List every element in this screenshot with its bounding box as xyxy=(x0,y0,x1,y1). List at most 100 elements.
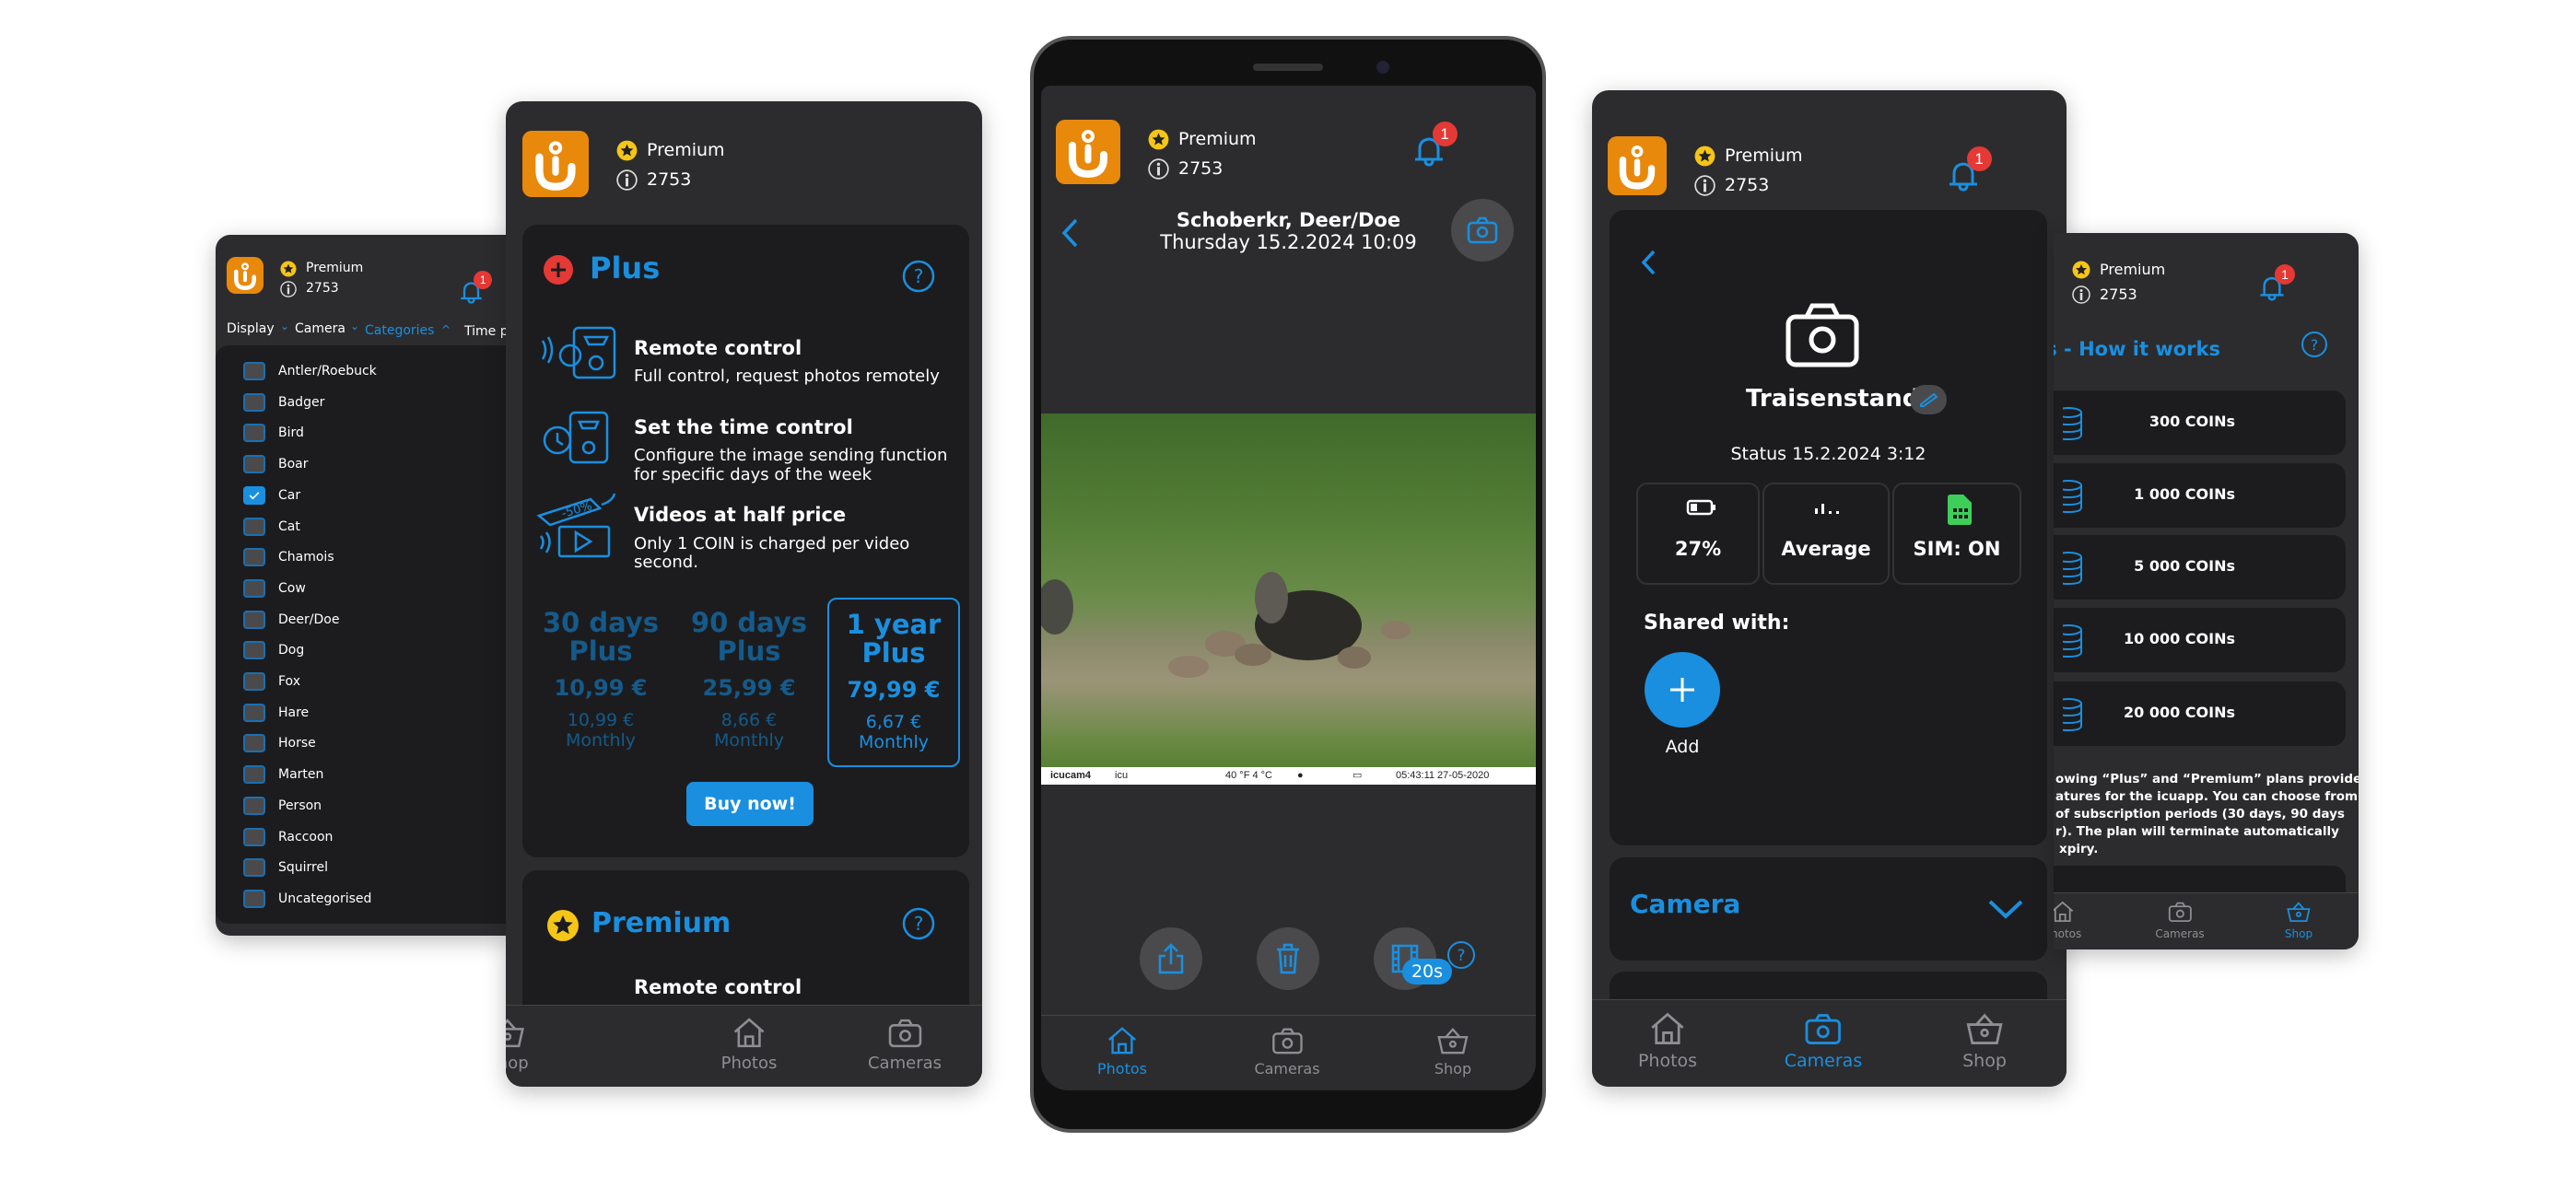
category-checkbox[interactable] xyxy=(243,765,265,785)
category-checkbox[interactable] xyxy=(243,796,265,815)
category-checkbox[interactable] xyxy=(243,734,265,753)
time-control-icon xyxy=(543,411,609,464)
category-checkbox[interactable] xyxy=(243,455,265,474)
nav-shop[interactable]: Shop xyxy=(1962,1010,2007,1071)
back-icon[interactable] xyxy=(1639,249,1657,276)
category-item[interactable]: Dog xyxy=(216,637,509,665)
help-icon[interactable]: ? xyxy=(2301,331,2328,358)
category-item[interactable]: Hare xyxy=(216,700,509,728)
plan-option[interactable]: 30 days Plus 10,99 €10,99 € Monthly xyxy=(534,598,667,767)
category-checkbox[interactable] xyxy=(243,362,265,380)
plan-type: Plus xyxy=(717,635,781,667)
info-icon[interactable] xyxy=(280,281,297,301)
nav-label: Photos xyxy=(1097,1059,1147,1077)
tab-camera[interactable]: Camera xyxy=(295,321,345,336)
share-button[interactable] xyxy=(1140,927,1202,990)
nav-shop[interactable]: Shop xyxy=(1434,1025,1471,1077)
nav-shop[interactable]: Shop xyxy=(506,1016,529,1073)
nav-cameras[interactable]: Cameras xyxy=(1785,1010,1862,1071)
category-item[interactable]: Bird xyxy=(216,420,509,448)
coin-package[interactable]: 1 000 COINs xyxy=(2054,463,2346,528)
category-item[interactable]: Raccoon xyxy=(216,824,509,852)
star-icon xyxy=(1148,129,1169,150)
plan-monthly-label: Monthly xyxy=(713,730,785,751)
coin-package[interactable]: 5 000 COINs xyxy=(2054,535,2346,600)
nav-cameras[interactable]: Cameras xyxy=(1254,1025,1320,1077)
tab-categories[interactable]: Categories xyxy=(365,323,434,338)
category-item[interactable]: Cow xyxy=(216,576,509,603)
plan-option[interactable]: 90 days Plus 25,99 € 8,66 € Monthly xyxy=(683,598,815,767)
info-icon[interactable] xyxy=(2072,285,2090,308)
category-item[interactable]: Cat xyxy=(216,514,509,542)
info-icon[interactable] xyxy=(1694,175,1715,200)
tab-display[interactable]: Display xyxy=(227,321,275,336)
category-item[interactable]: Person xyxy=(216,793,509,821)
category-item[interactable]: Antler/Roebuck xyxy=(216,358,509,386)
tab-time-period[interactable]: Time pe xyxy=(464,324,509,339)
nav-photos[interactable]: Photos xyxy=(720,1016,778,1073)
help-icon[interactable]: ? xyxy=(902,260,935,293)
category-label: Horse xyxy=(278,736,316,751)
coin-package[interactable]: 20 000 COINs xyxy=(2054,681,2346,746)
category-checkbox[interactable] xyxy=(243,392,265,412)
category-checkbox[interactable] xyxy=(243,578,265,598)
category-item[interactable]: Horse xyxy=(216,730,509,758)
nav-photos[interactable]: Photos xyxy=(1097,1025,1147,1077)
category-checkbox[interactable] xyxy=(243,858,265,878)
coin-balance: 2753 xyxy=(1178,158,1224,180)
buy-now-button[interactable]: Buy now! xyxy=(686,782,814,826)
info-text-line: of subscription periods (30 days, 90 day… xyxy=(2055,807,2345,821)
category-checkbox[interactable] xyxy=(243,424,265,443)
category-label: Car xyxy=(278,487,301,503)
category-checkbox[interactable] xyxy=(243,485,265,505)
info-text-line: r). The plan will terminate automaticall… xyxy=(2055,824,2339,839)
nav-label: Shop xyxy=(1434,1059,1472,1077)
category-item[interactable]: Squirrel xyxy=(216,855,509,882)
camera-photo[interactable]: icucam4 icu 40 °F 4 °C ● ▭ 05:43:11 27-0… xyxy=(1041,413,1536,785)
sim-value: SIM: ON xyxy=(1913,538,2001,560)
plan-duration: 90 days xyxy=(690,607,808,638)
info-text-line: atures for the icuapp. You can choose fr… xyxy=(2055,789,2359,804)
category-checkbox[interactable] xyxy=(243,672,265,691)
category-label: Antler/Roebuck xyxy=(278,364,377,379)
add-share-button[interactable] xyxy=(1645,652,1720,728)
plan-option[interactable]: 1 year Plus 79,99 € 6,67 € Monthly xyxy=(827,598,960,767)
help-icon[interactable]: ? xyxy=(1446,940,1476,970)
coin-package[interactable]: 300 COINs xyxy=(2054,390,2346,455)
category-checkbox[interactable] xyxy=(243,610,265,629)
category-item[interactable]: Chamois xyxy=(216,544,509,572)
info-text-line: xpiry. xyxy=(2059,842,2099,856)
info-icon[interactable] xyxy=(1148,158,1169,183)
category-checkbox[interactable] xyxy=(243,641,265,660)
category-label: Raccoon xyxy=(278,829,334,844)
nav-cameras[interactable]: Cameras xyxy=(2155,900,2205,940)
basket-icon xyxy=(1434,1025,1471,1060)
nav-photos[interactable]: Photos xyxy=(1638,1010,1697,1071)
category-item[interactable]: Fox xyxy=(216,669,509,696)
category-checkbox[interactable] xyxy=(243,703,265,722)
category-checkbox[interactable] xyxy=(243,827,265,846)
category-item[interactable]: Car xyxy=(216,483,509,510)
info-icon[interactable] xyxy=(616,169,638,194)
category-item[interactable]: Boar xyxy=(216,451,509,479)
nav-cameras[interactable]: Cameras xyxy=(868,1016,942,1073)
plan-label: Premium xyxy=(1725,146,1803,166)
category-item[interactable]: Deer/Doe xyxy=(216,607,509,635)
notification-badge: 1 xyxy=(2275,263,2295,285)
nav-photos[interactable]: Photos xyxy=(2054,900,2081,940)
nav-label: Photos xyxy=(720,1053,778,1073)
category-checkbox[interactable] xyxy=(243,517,265,536)
category-checkbox[interactable] xyxy=(243,548,265,567)
category-item[interactable]: Marten xyxy=(216,762,509,789)
delete-button[interactable] xyxy=(1257,927,1319,990)
category-item[interactable]: Uncategorised xyxy=(216,886,509,914)
camera-section-accordion[interactable]: Camera xyxy=(1610,857,2047,961)
category-checkbox[interactable] xyxy=(243,889,265,908)
nav-label: Shop xyxy=(2284,927,2313,941)
nav-shop[interactable]: Shop xyxy=(2285,900,2313,940)
help-icon[interactable]: ? xyxy=(902,907,935,940)
coin-package[interactable]: 10 000 COINs xyxy=(2054,608,2346,672)
take-photo-button[interactable] xyxy=(1451,199,1514,262)
category-item[interactable]: Badger xyxy=(216,390,509,417)
edit-name-button[interactable] xyxy=(1910,385,1947,414)
